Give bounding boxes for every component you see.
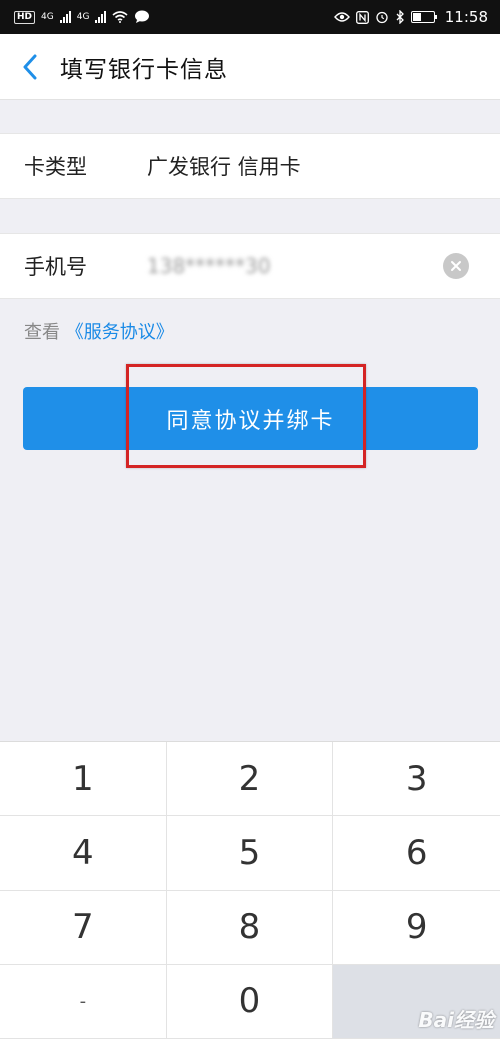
phone-input[interactable] — [147, 246, 427, 286]
agree-and-bind-button[interactable]: 同意协议并绑卡 — [23, 387, 478, 450]
agreement-line: 查看 《服务协议》 — [24, 318, 174, 344]
signal-icon — [59, 11, 71, 23]
agreement-prefix: 查看 — [24, 322, 60, 343]
network-type-1: 4G — [41, 12, 54, 22]
message-bubble-icon — [135, 10, 150, 23]
status-time: 11:58 — [444, 8, 488, 26]
network-type-2: 4G — [76, 12, 90, 22]
nav-bar: 填写银行卡信息 — [0, 34, 500, 100]
numeric-keypad: 1 2 3 4 5 6 7 8 9 - 0 — [0, 741, 500, 1039]
card-type-row: 卡类型 广发银行 信用卡 — [0, 133, 500, 199]
status-right: 11:58 — [333, 8, 488, 26]
key-8[interactable]: 8 — [166, 890, 334, 965]
battery-icon — [410, 11, 437, 23]
key-9[interactable]: 9 — [333, 890, 500, 965]
card-type-label: 卡类型 — [24, 155, 87, 179]
clear-button[interactable] — [443, 253, 469, 279]
key-3[interactable]: 3 — [333, 742, 500, 817]
close-icon — [451, 261, 461, 271]
bluetooth-icon — [396, 10, 404, 24]
status-left: HD 4G 4G — [14, 10, 150, 24]
key-1[interactable]: 1 — [0, 742, 167, 817]
status-bar: HD 4G 4G 11:58 — [0, 0, 500, 34]
back-button[interactable] — [0, 34, 60, 100]
phone-label: 手机号 — [24, 255, 87, 279]
phone-row: 手机号 — [0, 233, 500, 299]
key-2[interactable]: 2 — [166, 742, 334, 817]
wifi-icon — [112, 11, 128, 23]
key-5[interactable]: 5 — [166, 816, 334, 891]
signal-icon-2 — [95, 11, 107, 23]
chevron-left-icon — [23, 54, 37, 79]
key-backspace[interactable] — [333, 964, 500, 1039]
key-6[interactable]: 6 — [333, 816, 500, 891]
hd-badge: HD — [14, 10, 36, 24]
key-4[interactable]: 4 — [0, 816, 167, 891]
nfc-icon — [355, 10, 369, 24]
service-agreement-link[interactable]: 《服务协议》 — [66, 322, 174, 343]
eye-icon — [333, 12, 350, 22]
card-type-value: 广发银行 信用卡 — [147, 155, 301, 179]
alarm-icon — [376, 11, 388, 24]
key-0[interactable]: 0 — [166, 964, 334, 1039]
page-title: 填写银行卡信息 — [60, 56, 228, 83]
key-dash[interactable]: - — [0, 964, 167, 1039]
key-7[interactable]: 7 — [0, 890, 167, 965]
